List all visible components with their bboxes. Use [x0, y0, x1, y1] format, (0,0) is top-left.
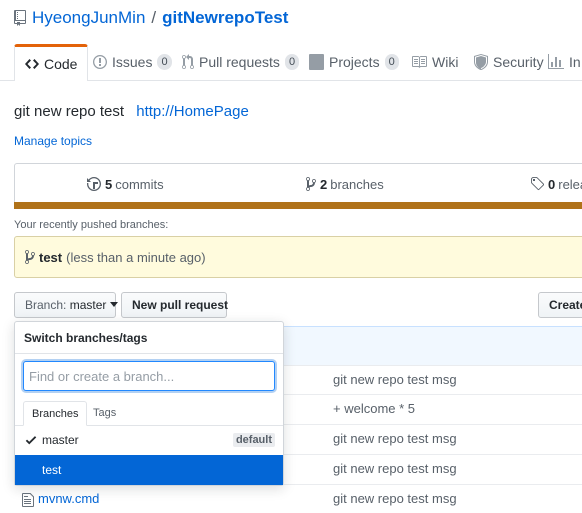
tab-security[interactable]: Security	[474, 44, 544, 80]
tab-insights-label: In	[569, 54, 581, 70]
branch-item-test[interactable]: test	[15, 455, 283, 485]
releases-link[interactable]: 0 relea	[530, 164, 582, 204]
wiki-icon	[411, 54, 427, 70]
manage-topics-link[interactable]: Manage topics	[14, 134, 92, 148]
branch-dropdown: Switch branches/tags Branches Tags maste…	[14, 321, 284, 486]
branch-prefix-label: Branch:	[25, 298, 67, 312]
tag-icon	[530, 176, 544, 192]
commit-message[interactable]: git new repo test msg	[333, 425, 457, 453]
branch-item-master[interactable]: master default	[15, 425, 283, 455]
branch-icon	[25, 249, 35, 265]
commit-message[interactable]: git new repo test msg	[333, 485, 457, 513]
commit-message[interactable]: git new repo test msg	[333, 366, 457, 394]
recent-branches-label: Your recently pushed branches:	[14, 219, 169, 231]
branch-current-value: master	[69, 298, 107, 312]
tab-projects[interactable]: Projects 0	[309, 44, 399, 80]
project-icon	[309, 54, 324, 70]
repo-header: HyeongJunMin / gitNewrepoTest	[14, 6, 288, 30]
branch-item-label: master	[42, 433, 79, 447]
releases-count: 0	[548, 176, 556, 192]
new-pull-request-button[interactable]: New pull request	[121, 292, 228, 318]
branches-link[interactable]: 2 branches	[306, 164, 384, 204]
numbers-summary: 5 commits 2 branches 0 relea	[14, 163, 582, 204]
tab-issues-label: Issues	[112, 54, 153, 70]
pull-request-icon	[182, 54, 194, 70]
repo-name-link[interactable]: gitNewrepoTest	[162, 8, 288, 28]
dropdown-tabs: Branches Tags	[15, 401, 283, 426]
check-icon	[25, 433, 37, 447]
commit-tease-bar	[283, 326, 582, 366]
tab-projects-label: Projects	[329, 54, 380, 70]
recent-branch-name[interactable]: test	[39, 250, 62, 265]
graph-icon	[548, 54, 564, 70]
branch-icon	[306, 176, 316, 192]
commits-count: 5	[105, 176, 113, 192]
repo-tabs: Code Issues 0 Pull requests 0 Projects 0…	[0, 44, 582, 81]
tab-code-label: Code	[44, 56, 78, 72]
tab-issues[interactable]: Issues 0	[93, 44, 172, 80]
repo-description: git new repo test http://HomePage	[14, 103, 249, 120]
tab-insights[interactable]: In	[548, 44, 581, 80]
tab-security-label: Security	[493, 54, 544, 70]
branch-select-button[interactable]: Branch: master	[14, 292, 119, 318]
issues-count-badge: 0	[157, 54, 172, 70]
branch-item-label: test	[42, 463, 62, 477]
file-icon	[22, 492, 34, 508]
default-badge: default	[232, 433, 275, 447]
projects-count-badge: 0	[384, 54, 399, 70]
commit-message[interactable]: git new repo test msg	[333, 455, 457, 483]
tab-pull-requests[interactable]: Pull requests 0	[182, 44, 300, 80]
pull-requests-count-badge: 0	[284, 54, 300, 70]
create-file-button[interactable]: Create	[538, 292, 582, 318]
commit-message[interactable]: + welcome * 5	[333, 395, 415, 423]
branch-filter-input[interactable]	[23, 361, 275, 391]
branches-count: 2	[320, 176, 328, 192]
issue-icon	[93, 54, 107, 70]
file-name[interactable]: mvnw.cmd	[38, 485, 99, 513]
recent-branch-time: (less than a minute ago)	[66, 249, 206, 265]
tab-wiki[interactable]: Wiki	[411, 44, 458, 80]
recent-branch-box: test (less than a minute ago)	[14, 236, 582, 278]
commits-label: commits	[115, 176, 164, 192]
description-text: git new repo test	[14, 103, 125, 120]
releases-label: relea	[558, 176, 582, 192]
history-icon	[87, 176, 101, 192]
repo-separator: /	[151, 8, 157, 27]
shield-icon	[474, 54, 488, 70]
tab-pull-requests-label: Pull requests	[199, 54, 280, 70]
tab-code[interactable]: Code	[14, 44, 89, 81]
caret-down-icon	[110, 302, 119, 308]
commits-link[interactable]: 5 commits	[87, 164, 164, 204]
dropdown-title: Switch branches/tags	[15, 322, 283, 354]
tab-branches[interactable]: Branches	[23, 401, 88, 426]
homepage-link[interactable]: http://HomePage	[136, 103, 249, 120]
code-icon	[25, 56, 39, 72]
repo-icon	[14, 10, 26, 26]
table-row[interactable]: mvnw.cmd git new repo test msg	[14, 484, 582, 513]
branches-label: branches	[330, 176, 384, 192]
tab-tags[interactable]: Tags	[85, 401, 124, 425]
language-bar	[14, 202, 582, 209]
tab-wiki-label: Wiki	[432, 54, 459, 70]
repo-owner-link[interactable]: HyeongJunMin	[32, 8, 145, 28]
